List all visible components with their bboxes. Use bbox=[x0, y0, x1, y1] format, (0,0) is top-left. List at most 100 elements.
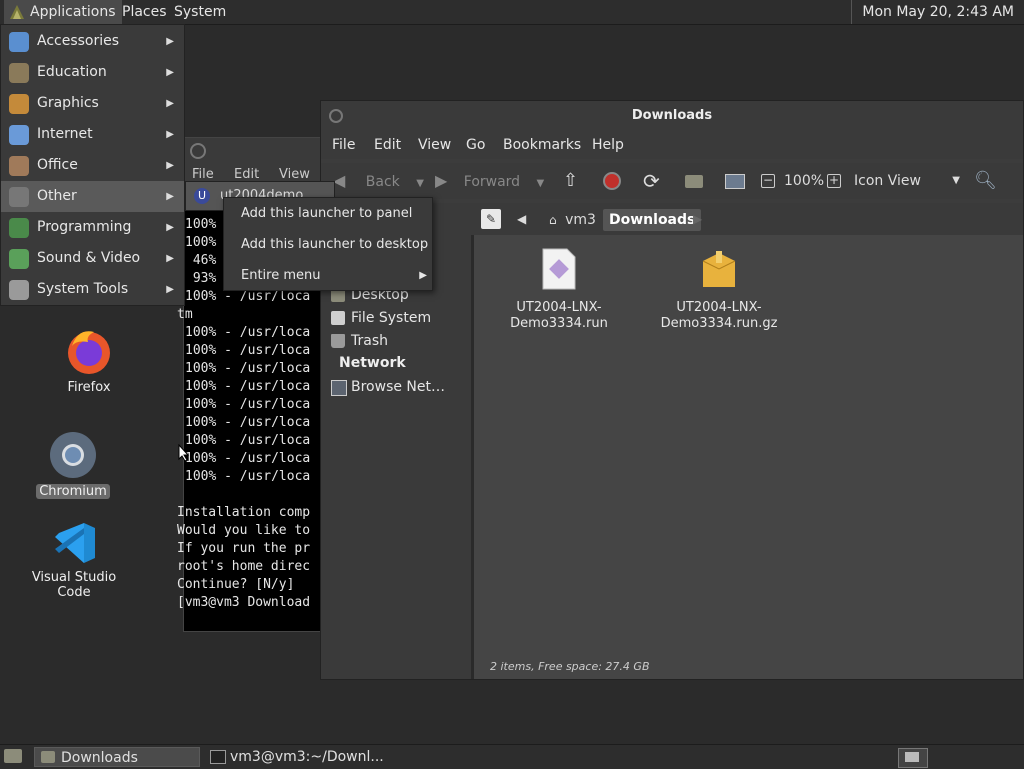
view-mode-select[interactable]: Icon View ▼ bbox=[854, 163, 960, 199]
file-item[interactable]: UT2004-LNX- Demo3334.run bbox=[494, 247, 624, 332]
reload-icon: ⟳ bbox=[643, 169, 660, 193]
firefox-icon bbox=[68, 331, 110, 374]
desktop-icon-chromium[interactable]: Chromium bbox=[28, 430, 118, 499]
sidebar-header-network: Network bbox=[339, 355, 406, 371]
terminal-line: 100% - /usr/loca bbox=[185, 469, 311, 484]
show-desktop-button[interactable] bbox=[4, 749, 22, 763]
breadcrumb-downloads[interactable]: Downloads bbox=[603, 209, 702, 231]
launcher-context-menu: Add this launcher to panel Add this laun… bbox=[223, 197, 433, 291]
terminal-line: Installation comp bbox=[177, 505, 311, 520]
terminal-line: Would you like to bbox=[177, 523, 311, 538]
gnome-foot-icon bbox=[10, 5, 24, 19]
edit-location-button[interactable]: ✎ bbox=[481, 209, 501, 229]
sound-video-icon bbox=[9, 249, 29, 269]
menu-go[interactable]: Go bbox=[466, 131, 485, 159]
window-titlebar[interactable]: Downloads bbox=[321, 101, 1023, 131]
workspace-switcher[interactable] bbox=[898, 748, 928, 768]
terminal-line: [vm3@vm3 Download bbox=[177, 595, 311, 610]
menu-item-office[interactable]: Office ▶ bbox=[1, 150, 184, 181]
terminal-line: 100% - /usr/loca bbox=[185, 325, 311, 340]
chevron-right-icon: ▶ bbox=[166, 36, 174, 47]
breadcrumb-vm3[interactable]: ⌂ vm3 bbox=[543, 209, 602, 231]
home-button[interactable] bbox=[685, 163, 703, 199]
terminal-menu-edit[interactable]: Edit bbox=[234, 167, 259, 182]
chevron-right-icon: ▶ bbox=[166, 129, 174, 140]
menu-help[interactable]: Help bbox=[592, 131, 624, 159]
desktop-icon-firefox[interactable]: Firefox bbox=[48, 326, 130, 395]
other-icon bbox=[9, 187, 29, 207]
menu-item-accessories[interactable]: Accessories ▶ bbox=[1, 26, 184, 57]
file-manager-window[interactable]: Downloads File Edit View Go Bookmarks He… bbox=[320, 100, 1024, 680]
chevron-right-icon: ▶ bbox=[166, 67, 174, 78]
chevron-right-icon: ▶ bbox=[419, 270, 427, 281]
forward-button[interactable]: ▶ Forward ▼ bbox=[435, 163, 544, 199]
menu-item-graphics[interactable]: Graphics ▶ bbox=[1, 88, 184, 119]
menu-item-system-tools[interactable]: System Tools ▶ bbox=[1, 274, 184, 305]
vscode-icon bbox=[55, 523, 95, 563]
chevron-right-icon: ▶ bbox=[166, 191, 174, 202]
search-button[interactable]: 🔍︎ bbox=[974, 163, 997, 199]
breadcrumb-left-arrow[interactable]: ◀ bbox=[517, 212, 526, 226]
toolbar: ◀ Back ▼ ▶ Forward ▼ ⇧ ⟳ − 100% + Icon V… bbox=[321, 163, 1023, 199]
chromium-icon bbox=[50, 432, 96, 478]
graphics-icon bbox=[9, 94, 29, 114]
close-icon[interactable] bbox=[329, 109, 343, 123]
sidebar-item-file-system[interactable]: File System bbox=[331, 307, 431, 329]
applications-menu: Accessories ▶ Education ▶ Graphics ▶ Internet ▶… bbox=[0, 24, 185, 306]
up-button[interactable]: ⇧ bbox=[563, 163, 578, 199]
sidebar-item-browse-network[interactable]: Browse Net… bbox=[331, 376, 445, 398]
chevron-down-icon: ▼ bbox=[952, 175, 960, 186]
applications-menu-button[interactable]: Applications bbox=[4, 0, 122, 24]
computer-button[interactable] bbox=[725, 163, 745, 199]
desktop-icon-vscode[interactable]: Visual Studio Code bbox=[14, 520, 134, 600]
terminal-menu-file[interactable]: File bbox=[192, 167, 214, 182]
terminal-line: 100% - /usr/loca bbox=[185, 379, 311, 394]
context-add-to-panel[interactable]: Add this launcher to panel bbox=[241, 202, 412, 226]
menu-view[interactable]: View bbox=[418, 131, 451, 159]
terminal-titlebar[interactable] bbox=[184, 138, 322, 164]
sidebar-item-trash[interactable]: Trash bbox=[331, 330, 388, 352]
window-title: Downloads bbox=[631, 108, 713, 123]
internet-icon bbox=[9, 125, 29, 145]
breadcrumb-right-arrow[interactable]: ▶ bbox=[693, 212, 702, 226]
file-view[interactable]: UT2004-LNX- Demo3334.run UT2004-LNX- Dem… bbox=[474, 235, 1023, 655]
file-item[interactable]: UT2004-LNX- Demo3334.run.gz bbox=[654, 247, 784, 332]
stop-button[interactable] bbox=[603, 163, 621, 199]
context-entire-menu[interactable]: Entire menu ▶ bbox=[241, 264, 427, 288]
terminal-line: tm bbox=[177, 307, 193, 322]
reload-button[interactable]: ⟳ bbox=[643, 163, 660, 199]
chevron-right-icon: ▶ bbox=[166, 98, 174, 109]
menu-file[interactable]: File bbox=[332, 131, 355, 159]
taskbar-item-downloads[interactable]: Downloads bbox=[34, 747, 200, 767]
up-arrow-icon: ⇧ bbox=[563, 170, 579, 191]
forward-arrow-icon: ▶ bbox=[435, 171, 448, 190]
system-menu-button[interactable]: System bbox=[168, 0, 232, 24]
places-menu-button[interactable]: Places bbox=[116, 0, 173, 24]
network-icon bbox=[331, 380, 347, 396]
chevron-right-icon: ▶ bbox=[166, 284, 174, 295]
mouse-cursor-icon bbox=[178, 444, 190, 462]
taskbar-item-terminal[interactable]: vm3@vm3:~/Downl... bbox=[204, 747, 430, 767]
terminal-line: 100% - /usr/loca bbox=[185, 397, 311, 412]
ut2004-icon: U bbox=[194, 188, 210, 204]
zoom-in-button[interactable]: + bbox=[827, 163, 841, 199]
clock[interactable]: Mon May 20, 2:43 AM bbox=[851, 0, 1024, 24]
drive-icon bbox=[331, 311, 345, 325]
menu-item-other[interactable]: Other ▶ bbox=[1, 181, 184, 212]
back-button[interactable]: ◀ Back ▼ bbox=[333, 163, 424, 199]
menu-edit[interactable]: Edit bbox=[374, 131, 401, 159]
menu-item-education[interactable]: Education ▶ bbox=[1, 57, 184, 88]
close-icon[interactable] bbox=[190, 143, 206, 159]
menu-bookmarks[interactable]: Bookmarks bbox=[503, 131, 581, 159]
menu-item-internet[interactable]: Internet ▶ bbox=[1, 119, 184, 150]
menu-item-programming[interactable]: Programming ▶ bbox=[1, 212, 184, 243]
archive-file-icon bbox=[702, 251, 736, 287]
office-icon bbox=[9, 156, 29, 176]
context-add-to-desktop[interactable]: Add this launcher to desktop bbox=[241, 233, 428, 257]
terminal-icon bbox=[210, 750, 226, 764]
terminal-menu-view[interactable]: View bbox=[279, 167, 310, 182]
education-icon bbox=[9, 63, 29, 83]
menu-item-sound-video[interactable]: Sound & Video ▶ bbox=[1, 243, 184, 274]
zoom-out-button[interactable]: − bbox=[761, 163, 775, 199]
